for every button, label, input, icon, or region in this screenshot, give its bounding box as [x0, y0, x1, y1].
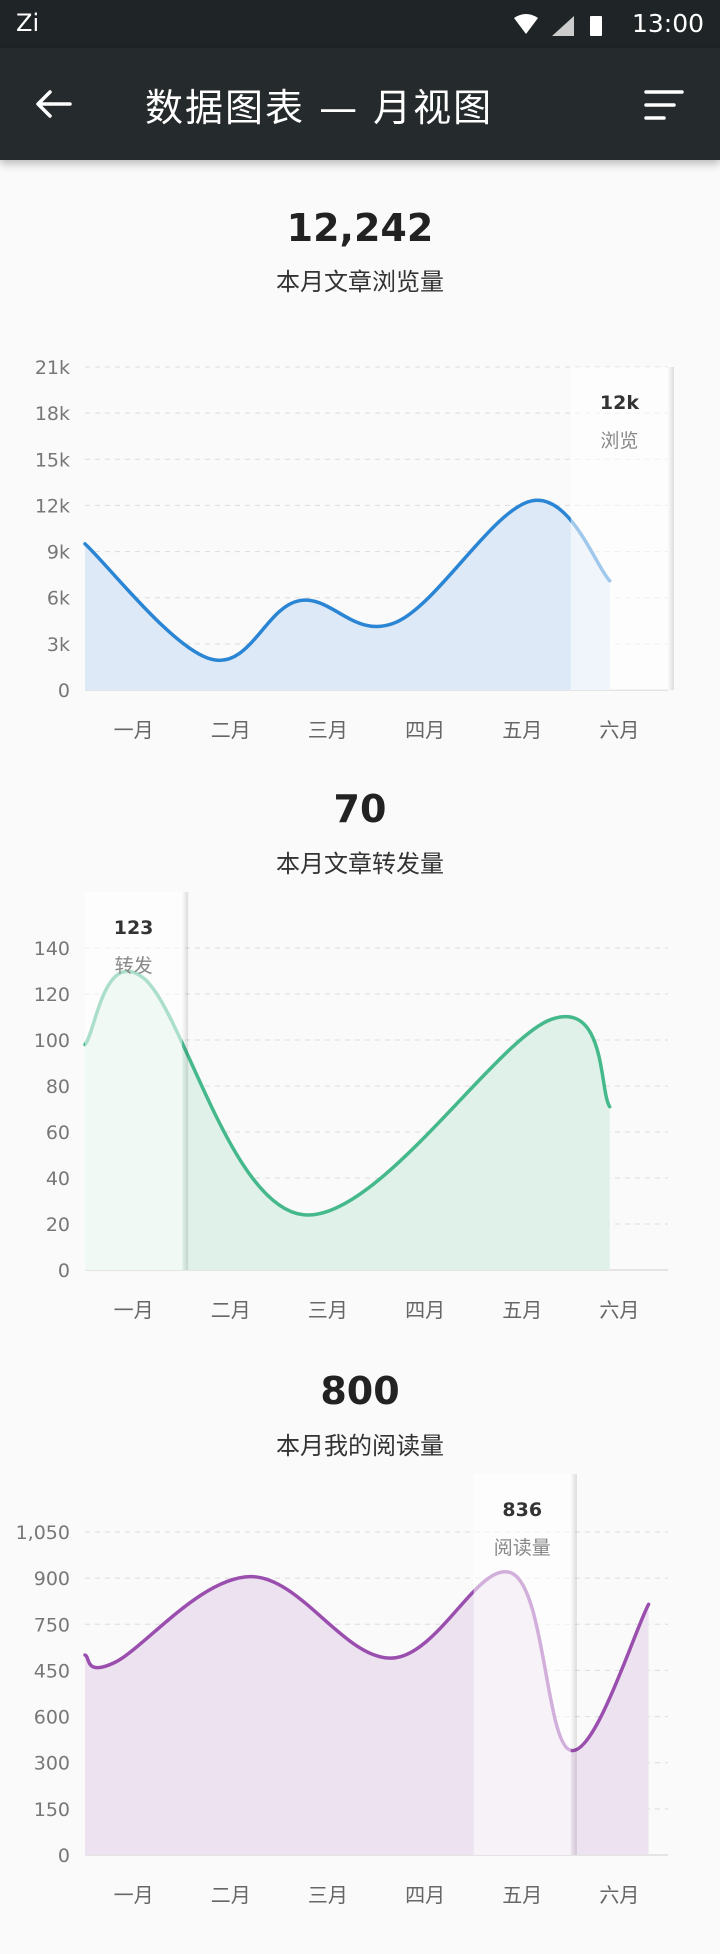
reads-chart[interactable]: 0 150 300 600 450 750 900 1,050 836 阅读量一月 二月 三月 四月 五月… [0, 1470, 720, 1910]
tooltip-value: 836 [502, 1499, 542, 1521]
x-tick-label: 二月 [211, 1883, 251, 1907]
tooltip-label: 转发 [115, 955, 153, 977]
x-tick-label: 四月 [405, 718, 445, 742]
data-point [113, 1661, 116, 1664]
sort-menu-icon[interactable] [642, 82, 690, 130]
y-tick-label: 80 [46, 1076, 70, 1098]
metric-value: 800 [320, 1369, 400, 1413]
x-tick-label: 四月 [405, 1883, 445, 1907]
data-point [390, 1657, 393, 1660]
data-point [647, 1603, 650, 1606]
tooltip-shadow [570, 1474, 577, 1855]
data-point [297, 599, 300, 602]
x-tick-label: 二月 [211, 1298, 251, 1322]
x-tick-label: 六月 [599, 1883, 639, 1907]
y-tick-label: 0 [58, 680, 70, 702]
x-tick-label: 三月 [308, 718, 348, 742]
status-bar: Zi 13:00 [0, 0, 720, 48]
app-bar: 数据图表 — 月视图 [0, 48, 720, 160]
y-tick-label: 600 [34, 1707, 70, 1729]
tooltip-label: 阅读量 [494, 1537, 551, 1559]
signal-icon [552, 16, 574, 36]
y-tick-label: 0 [58, 1260, 70, 1282]
y-tick-label: 12k [35, 495, 70, 517]
x-tick-label: 六月 [599, 718, 639, 742]
x-tick-label: 一月 [114, 1883, 154, 1907]
notification-label: Zi [16, 9, 40, 37]
data-point [84, 1654, 87, 1657]
status-icons [512, 14, 602, 42]
wifi-icon [514, 14, 538, 34]
data-point [550, 1018, 553, 1021]
y-tick-label: 120 [34, 984, 70, 1006]
data-point [302, 1213, 305, 1216]
shares-chart[interactable]: 0 20 40 60 80 100 120 140 123 转发一月 二月 三月 四月 五月 六月 [0, 880, 720, 1330]
x-tick-label: 五月 [502, 718, 542, 742]
metric-value: 12,242 [286, 206, 434, 250]
y-tick-label: 15k [35, 449, 70, 471]
x-tick-label: 五月 [502, 1298, 542, 1322]
tooltip-shadow [182, 892, 189, 1270]
tooltip-band [473, 1474, 571, 1855]
data-point [210, 658, 213, 661]
data-point [608, 1105, 611, 1108]
x-tick-label: 四月 [405, 1298, 445, 1322]
tooltip-shadow [668, 367, 674, 690]
data-point [249, 1575, 252, 1578]
x-tick-label: 二月 [211, 718, 251, 742]
y-tick-label: 18k [35, 403, 70, 425]
x-tick-label: 一月 [114, 718, 154, 742]
tooltip-label: 浏览 [600, 430, 638, 452]
x-tick-label: 三月 [308, 1298, 348, 1322]
y-tick-label: 300 [34, 1753, 70, 1775]
y-tick-label: 150 [34, 1799, 70, 1821]
y-tick-label: 140 [34, 938, 70, 960]
data-point [394, 621, 397, 624]
page-title: 数据图表 — 月视图 [145, 86, 494, 130]
clock: 13:00 [631, 9, 704, 38]
x-tick-label: 五月 [502, 1883, 542, 1907]
tooltip-band [570, 367, 668, 690]
y-tick-label: 20 [46, 1214, 70, 1236]
y-tick-label: 450 [34, 1660, 70, 1682]
x-tick-label: 六月 [599, 1298, 639, 1322]
battery-icon [590, 16, 602, 36]
y-tick-label: 60 [46, 1122, 70, 1144]
data-point [84, 542, 87, 545]
y-tick-label: 9k [47, 542, 70, 564]
y-tick-label: 21k [35, 357, 70, 379]
y-tick-label: 750 [34, 1614, 70, 1636]
back-arrow-icon[interactable] [30, 80, 78, 128]
series-area [85, 500, 610, 690]
y-tick-label: 100 [34, 1030, 70, 1052]
metric-label: 本月文章转发量 [276, 850, 444, 878]
y-tick-label: 0 [58, 1845, 70, 1867]
metric-label: 本月我的阅读量 [276, 1432, 444, 1460]
views-chart[interactable]: 0 3k 6k 9k 12k 15k 18k 21k 12k 浏览一月 二月 三月 四月 五月 六月 [0, 350, 720, 760]
tooltip-band [85, 892, 183, 1270]
metric-label: 本月文章浏览量 [276, 268, 444, 296]
y-tick-label: 6k [47, 588, 70, 610]
x-tick-label: 三月 [308, 1883, 348, 1907]
y-tick-label: 900 [34, 1568, 70, 1590]
y-tick-label: 40 [46, 1168, 70, 1190]
y-tick-label: 3k [47, 634, 70, 656]
tooltip-value: 123 [114, 917, 154, 939]
x-tick-label: 一月 [114, 1298, 154, 1322]
metric-value: 70 [333, 787, 387, 831]
data-point [530, 499, 533, 502]
y-tick-label: 1,050 [16, 1522, 70, 1544]
tooltip-value: 12k [600, 392, 639, 414]
